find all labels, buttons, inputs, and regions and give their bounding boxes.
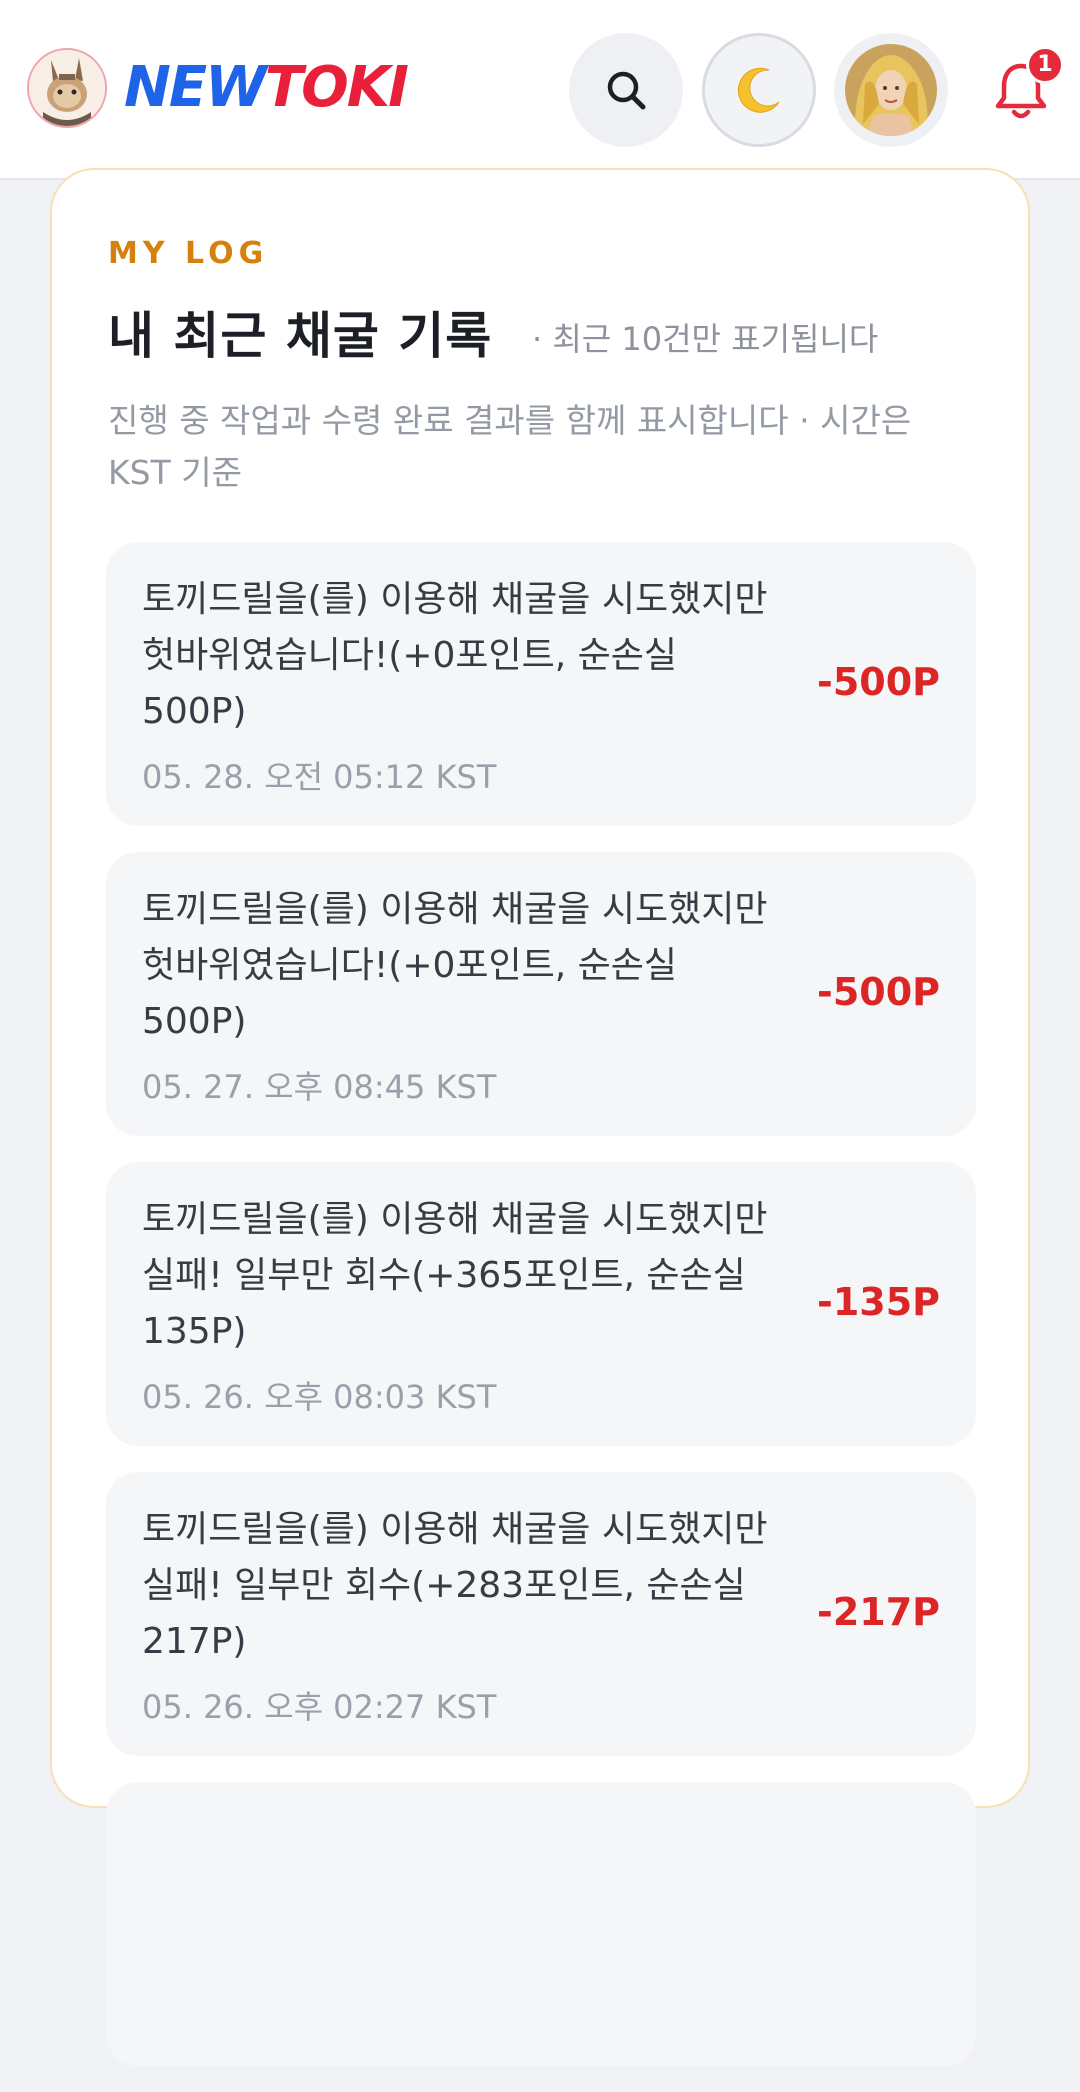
log-time: 05. 28. 오전 05:12 KST	[142, 758, 497, 796]
logo-toki: TOKI	[264, 55, 409, 120]
notification-badge: 1	[1026, 46, 1064, 84]
rabbit-mascot-icon	[29, 50, 105, 126]
section-eyebrow: MY LOG	[108, 236, 269, 271]
profile-button[interactable]	[834, 33, 948, 147]
log-time: 05. 26. 오후 08:03 KST	[142, 1378, 497, 1416]
log-item-partial	[106, 1782, 976, 2066]
log-item: 토끼드릴을(를) 이용해 채굴을 시도했지만 헛바위였습니다!(+0포인트, 순…	[106, 852, 976, 1136]
avatar	[845, 44, 937, 136]
log-list: 토끼드릴을(를) 이용해 채굴을 시도했지만 헛바위였습니다!(+0포인트, 순…	[106, 542, 976, 2092]
log-message: 토끼드릴을(를) 이용해 채굴을 시도했지만 실패! 일부만 회수(+365포인…	[142, 1199, 768, 1352]
log-amount: -217P	[817, 1590, 940, 1634]
log-message: 토끼드릴을(를) 이용해 채굴을 시도했지만 헛바위였습니다!(+0포인트, 순…	[142, 889, 768, 1042]
log-time: 05. 26. 오후 02:27 KST	[142, 1688, 497, 1726]
log-time: 05. 27. 오후 08:45 KST	[142, 1068, 497, 1106]
log-item: 토끼드릴을(를) 이용해 채굴을 시도했지만 실패! 일부만 회수(+283포인…	[106, 1472, 976, 1756]
app-header: NEWTOKI 1	[0, 0, 1080, 180]
moon-icon	[737, 67, 780, 113]
section-description: 진행 중 작업과 수령 완료 결과를 함께 표시합니다 · 시간은 KST 기준	[108, 401, 912, 492]
search-button[interactable]	[569, 33, 683, 147]
search-icon	[607, 71, 646, 110]
log-message: 토끼드릴을(를) 이용해 채굴을 시도했지만 실패! 일부만 회수(+283포인…	[142, 1509, 768, 1662]
page-title: 내 최근 채굴 기록	[108, 307, 493, 365]
log-item: 토끼드릴을(를) 이용해 채굴을 시도했지만 헛바위였습니다!(+0포인트, 순…	[106, 542, 976, 826]
logo-new: NEW	[124, 55, 267, 120]
site-logo-text[interactable]: NEWTOKI	[124, 55, 409, 120]
log-amount: -135P	[817, 1280, 940, 1324]
log-amount: -500P	[817, 970, 940, 1014]
title-note: · 최근 10건만 표기됩니다	[532, 320, 879, 358]
log-amount: -500P	[817, 660, 940, 704]
log-message: 토끼드릴을(를) 이용해 채굴을 시도했지만 헛바위였습니다!(+0포인트, 순…	[142, 579, 768, 732]
site-logo-image[interactable]	[27, 48, 107, 128]
log-item: 토끼드릴을(를) 이용해 채굴을 시도했지만 실패! 일부만 회수(+365포인…	[106, 1162, 976, 1446]
mining-log-card: MY LOG 내 최근 채굴 기록 · 최근 10건만 표기됩니다 진행 중 작…	[50, 168, 1030, 2066]
theme-toggle-button[interactable]	[702, 33, 816, 147]
